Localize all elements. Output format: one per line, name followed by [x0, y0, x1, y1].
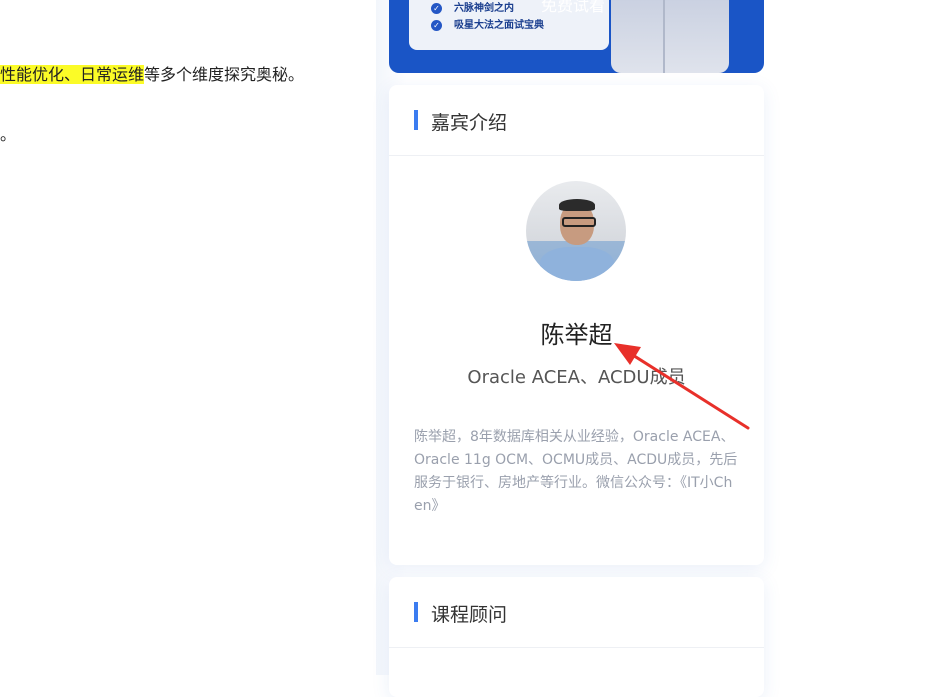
instructor-photo: [611, 0, 729, 73]
course-banner[interactable]: ✓ 六脉神剑之内 ✓ 吸星大法之面试宝典 免费试看: [389, 0, 764, 73]
accent-bar: [414, 110, 418, 130]
banner-bullet: ✓ 六脉神剑之内: [431, 0, 514, 14]
free-trial-button[interactable]: 免费试看: [541, 0, 605, 16]
banner-bullet: ✓ 吸星大法之面试宝典: [431, 16, 544, 31]
highlighted-text: 性能优化、日常运维: [0, 65, 145, 84]
card-title: 嘉宾介绍: [431, 112, 508, 134]
guest-bio: 陈举超，8年数据库相关从业经验，Oracle ACEA、Oracle 11g O…: [414, 429, 738, 514]
check-icon: ✓: [431, 19, 442, 31]
avatar: [526, 181, 626, 281]
guest-role: Oracle ACEA、ACDU成员: [467, 367, 686, 388]
card-header: 课程顾问: [389, 577, 764, 648]
article-text-line: 性能优化、日常运维等多个维度探究奥秘。: [0, 61, 304, 85]
check-icon: ✓: [431, 2, 442, 14]
course-advisor-card: 课程顾问: [389, 577, 764, 697]
card-header: 嘉宾介绍: [389, 85, 764, 156]
article-text-line: 。: [0, 125, 17, 144]
guest-name: 陈举超: [540, 321, 613, 349]
card-title: 课程顾问: [431, 604, 508, 626]
guest-intro-card: 嘉宾介绍 陈举超 Oracle ACEA、ACDU成员 陈举超，8年数据库相关从…: [389, 85, 764, 565]
article-text: 等多个维度探究奥秘。: [144, 65, 305, 84]
accent-bar: [414, 602, 418, 622]
